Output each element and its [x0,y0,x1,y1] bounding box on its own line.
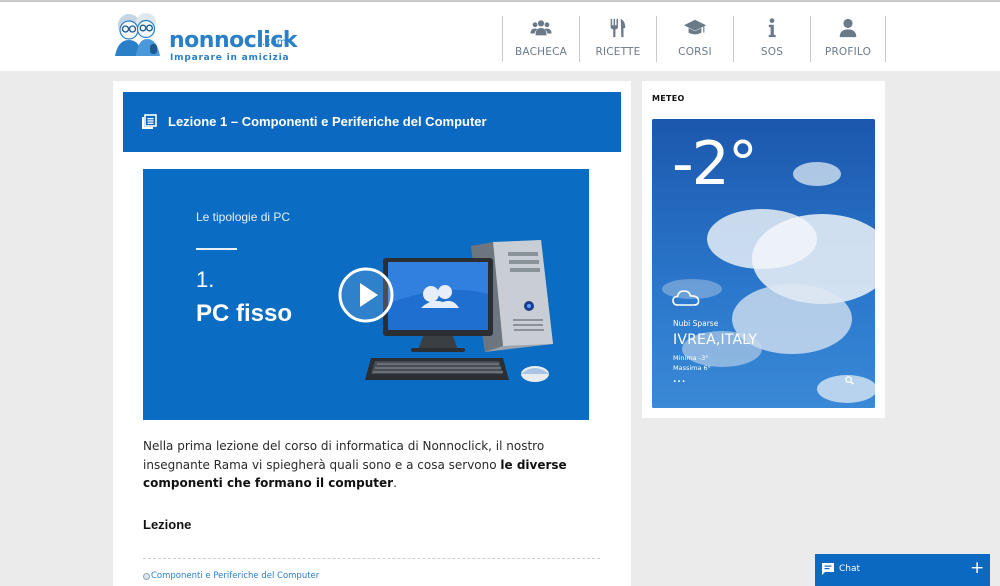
nav-label: CORSI [678,46,712,58]
weather-min-temp: Minima -3° [673,354,709,362]
main-nav: BACHECA RICETTE CORSI SOS PROFILO [502,16,886,62]
search-icon[interactable] [845,376,854,385]
lesson-link[interactable]: Componenti e Periferiche del Computer [143,571,319,581]
video-number: 1. [196,267,215,292]
group-icon [530,20,552,36]
weather-condition: Nubi Sparse [673,319,719,328]
weather-city: IVREA,ITALY [673,332,758,348]
info-icon [768,18,776,38]
nav-profilo[interactable]: PROFILO [810,16,886,62]
chat-label: Chat [839,564,861,574]
lesson-title: Lezione 1 – Componenti e Periferiche del… [168,114,487,129]
chat-expand-button[interactable]: + [970,558,984,578]
divider [143,558,600,559]
weather-card[interactable]: -2° Nubi Sparse IVREA,ITALY Minima -3° M… [652,119,875,408]
chat-widget[interactable]: Chat + [815,554,990,586]
sidebar-title: METEO [652,94,685,103]
lesson-link-label: Componenti e Periferiche del Computer [151,571,320,581]
weather-max-temp: Massima 6° [673,364,711,372]
weather-more-button[interactable]: ... [673,375,686,385]
lesson-content: Lezione 1 – Componenti e Periferiche del… [113,81,631,586]
nav-label: SOS [760,46,784,58]
nav-bacheca[interactable]: BACHECA [502,16,579,62]
book-list-icon [142,114,157,129]
weather-temperature: -2° [672,129,758,199]
chat-bubble-icon [822,563,834,575]
nav-label: PROFILO [824,46,872,58]
video-subtitle: Le tipologie di PC [196,210,291,224]
description-text-end: . [393,476,397,490]
grandparents-logo-icon [115,13,160,56]
lesson-title-bar: Lezione 1 – Componenti e Periferiche del… [123,92,621,152]
cloud-icon [672,290,700,306]
nav-ricette[interactable]: RICETTE [579,16,656,62]
description-text: Nella prima lezione del corso di informa… [143,439,545,472]
video-title: PC fisso [196,300,293,327]
sidebar-weather-widget: METEO -2° Nubi Sparse IVREA,ITALY Minima… [642,81,885,418]
site-header: nonnoclick .com Imparare in amicizia BAC… [0,0,1000,71]
nav-corsi[interactable]: CORSI [656,16,733,62]
nav-sos[interactable]: SOS [733,16,810,62]
nav-label: RICETTE [595,46,641,58]
section-heading: Lezione [143,517,192,532]
video-player[interactable]: Le tipologie di PC 1. PC fisso [143,169,589,420]
graduation-cap-icon [684,19,706,35]
lesson-description: Nella prima lezione del corso di informa… [143,437,593,493]
nav-label: BACHECA [515,46,567,58]
play-icon[interactable] [338,267,394,323]
logo-domain: .com [262,37,287,48]
video-divider [196,248,237,250]
utensils-icon [610,18,626,38]
site-logo[interactable]: nonnoclick .com Imparare in amicizia [112,12,302,63]
logo-tagline: Imparare in amicizia [170,53,290,63]
user-icon [839,18,857,38]
radio-circle-icon [143,572,150,580]
